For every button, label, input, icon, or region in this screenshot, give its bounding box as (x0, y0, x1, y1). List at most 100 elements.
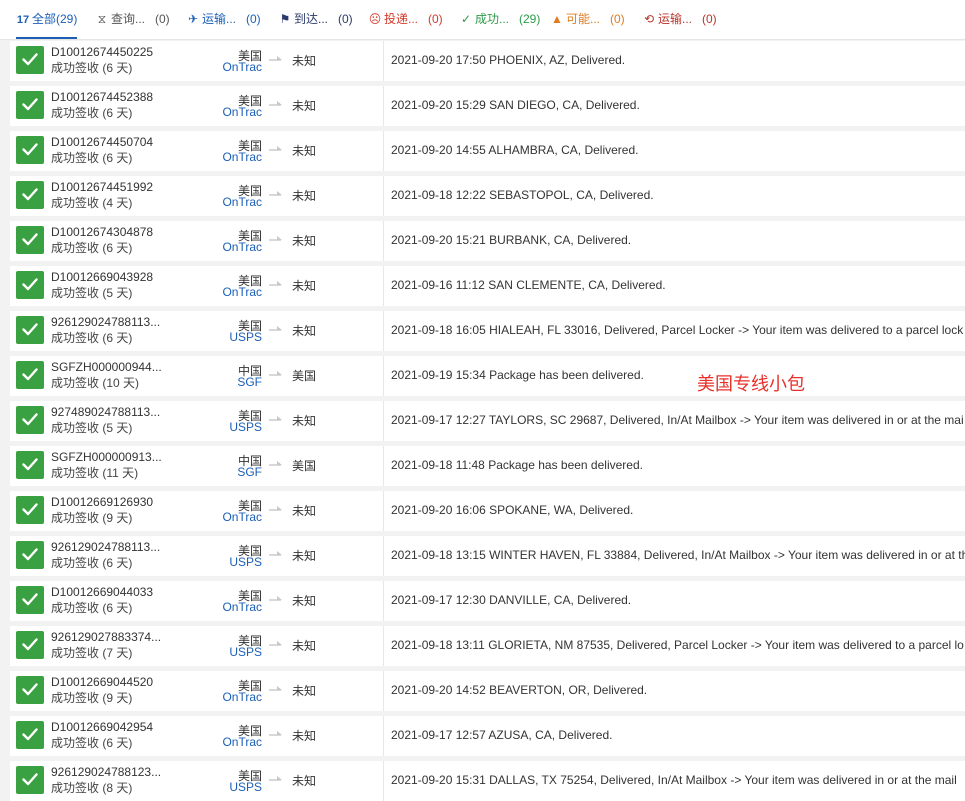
delivered-status-icon[interactable] (16, 631, 44, 659)
delivered-status-icon[interactable] (16, 136, 44, 164)
carrier-link[interactable]: OnTrac (222, 285, 262, 299)
shipment-row[interactable]: D10012669044520 成功签收 (9 天) 美国 OnTrac 未知 … (10, 671, 965, 711)
shipment-row[interactable]: 927489024788113... 成功签收 (5 天) 美国 USPS 未知… (10, 401, 965, 441)
carrier-link[interactable]: OnTrac (222, 150, 262, 164)
latest-event[interactable]: 2021-09-20 17:50 PHOENIX, AZ, Delivered. (391, 53, 965, 67)
tab-possible-exception[interactable]: ▲ 可能... (0) (550, 0, 625, 39)
tracking-number[interactable]: SGFZH000000944... (51, 360, 171, 374)
delivered-status-icon[interactable] (16, 586, 44, 614)
shipment-row[interactable]: D10012674451992 成功签收 (4 天) 美国 OnTrac 未知 … (10, 176, 965, 216)
tracking-number[interactable]: 926129027883374... (51, 630, 171, 644)
carrier-link[interactable]: OnTrac (222, 240, 262, 254)
shipment-row[interactable]: D10012669126930 成功签收 (9 天) 美国 OnTrac 未知 … (10, 491, 965, 531)
latest-event[interactable]: 2021-09-17 12:27 TAYLORS, SC 29687, Deli… (391, 413, 965, 427)
tab-in-transit[interactable]: ✈ 运输... (0) (186, 0, 261, 39)
tab-delivered[interactable]: ✓ 成功... (29) (459, 0, 540, 39)
carrier-link[interactable]: OnTrac (222, 105, 262, 119)
tracking-number[interactable]: D10012674304878 (51, 225, 171, 239)
shipment-row[interactable]: 926129024788123... 成功签收 (8 天) 美国 USPS 未知… (10, 761, 965, 801)
carrier-link[interactable]: SGF (237, 375, 262, 389)
delivered-status-icon[interactable] (16, 181, 44, 209)
shipment-row[interactable]: SGFZH000000944... 成功签收 (10 天) 中国 SGF 美国 … (10, 356, 965, 396)
delivered-status-icon[interactable] (16, 46, 44, 74)
tracking-number[interactable]: 926129024788123... (51, 765, 171, 779)
shipment-row[interactable]: D10012674452388 成功签收 (6 天) 美国 OnTrac 未知 … (10, 86, 965, 126)
delivered-status-icon[interactable] (16, 676, 44, 704)
carrier-link[interactable]: OnTrac (222, 510, 262, 524)
carrier-link[interactable]: USPS (229, 330, 262, 344)
shipment-row[interactable]: 926129024788113... 成功签收 (6 天) 美国 USPS 未知… (10, 311, 965, 351)
latest-event[interactable]: 2021-09-20 16:06 SPOKANE, WA, Delivered. (391, 503, 965, 517)
carrier-link[interactable]: OnTrac (222, 690, 262, 704)
shipment-row[interactable]: D10012674450225 成功签收 (6 天) 美国 OnTrac 未知 … (10, 41, 965, 81)
shipment-row[interactable]: D10012669042954 成功签收 (6 天) 美国 OnTrac 未知 … (10, 716, 965, 756)
latest-event[interactable]: 2021-09-18 13:15 WINTER HAVEN, FL 33884,… (391, 548, 965, 562)
latest-event[interactable]: 2021-09-20 15:31 DALLAS, TX 75254, Deliv… (391, 773, 965, 787)
delivered-status-icon[interactable] (16, 91, 44, 119)
latest-event[interactable]: 2021-09-20 15:21 BURBANK, CA, Delivered. (391, 233, 965, 247)
tab-count: (0) (246, 12, 261, 26)
delivered-status-icon[interactable] (16, 496, 44, 524)
tracking-number[interactable]: D10012674450225 (51, 45, 171, 59)
latest-event[interactable]: 2021-09-19 15:34 Package has been delive… (391, 368, 965, 382)
delivered-status-icon[interactable] (16, 721, 44, 749)
tab-querying[interactable]: ⧖ 查询... (0) (95, 0, 170, 39)
tracking-number[interactable]: D10012674450704 (51, 135, 171, 149)
tab-arrived[interactable]: ⚑ 到达... (0) (278, 0, 353, 39)
carrier-link[interactable]: OnTrac (222, 735, 262, 749)
delivered-status-icon[interactable] (16, 451, 44, 479)
shipment-row[interactable]: SGFZH000000913... 成功签收 (11 天) 中国 SGF 美国 … (10, 446, 965, 486)
tab-transit-expired[interactable]: ⟲ 运输... (0) (642, 0, 717, 39)
carrier-link[interactable]: SGF (237, 465, 262, 479)
tracking-number[interactable]: D10012669043928 (51, 270, 171, 284)
tracking-number[interactable]: D10012669044033 (51, 585, 171, 599)
tab-count: (0) (702, 12, 717, 26)
latest-event[interactable]: 2021-09-18 16:05 HIALEAH, FL 33016, Deli… (391, 323, 965, 337)
shipment-row[interactable]: D10012669044033 成功签收 (6 天) 美国 OnTrac 未知 … (10, 581, 965, 621)
tracking-number[interactable]: SGFZH000000913... (51, 450, 171, 464)
tab-label: 运输... (658, 12, 693, 26)
latest-event[interactable]: 2021-09-18 11:48 Package has been delive… (391, 458, 965, 472)
delivered-status-icon[interactable] (16, 361, 44, 389)
carrier-link[interactable]: OnTrac (222, 60, 262, 74)
shipment-row[interactable]: D10012674304878 成功签收 (6 天) 美国 OnTrac 未知 … (10, 221, 965, 261)
delivered-status-icon[interactable] (16, 226, 44, 254)
latest-event[interactable]: 2021-09-17 12:57 AZUSA, CA, Delivered. (391, 728, 965, 742)
carrier-link[interactable]: OnTrac (222, 600, 262, 614)
latest-event[interactable]: 2021-09-17 12:30 DANVILLE, CA, Delivered… (391, 593, 965, 607)
delivered-status-icon[interactable] (16, 271, 44, 299)
latest-event[interactable]: 2021-09-20 14:55 ALHAMBRA, CA, Delivered… (391, 143, 965, 157)
shipment-row[interactable]: 926129027883374... 成功签收 (7 天) 美国 USPS 未知… (10, 626, 965, 666)
shipment-row[interactable]: D10012669043928 成功签收 (5 天) 美国 OnTrac 未知 … (10, 266, 965, 306)
carrier-link[interactable]: OnTrac (222, 195, 262, 209)
tracking-number[interactable]: D10012669042954 (51, 720, 171, 734)
carrier-link[interactable]: USPS (229, 555, 262, 569)
tracking-number[interactable]: D10012669044520 (51, 675, 171, 689)
delivered-status-icon[interactable] (16, 766, 44, 794)
delivered-status-icon[interactable] (16, 406, 44, 434)
tracking-number[interactable]: D10012674451992 (51, 180, 171, 194)
destination-country: 美国 (292, 369, 317, 383)
shipment-row[interactable]: 926129024788113... 成功签收 (6 天) 美国 USPS 未知… (10, 536, 965, 576)
shipment-row[interactable]: D10012674450704 成功签收 (6 天) 美国 OnTrac 未知 … (10, 131, 965, 171)
tracking-number[interactable]: D10012669126930 (51, 495, 171, 509)
latest-event[interactable]: 2021-09-20 15:29 SAN DIEGO, CA, Delivere… (391, 98, 965, 112)
delivered-status-icon[interactable] (16, 541, 44, 569)
carrier-link[interactable]: USPS (229, 420, 262, 434)
tracking-number[interactable]: 926129024788113... (51, 540, 171, 554)
latest-event[interactable]: 2021-09-18 12:22 SEBASTOPOL, CA, Deliver… (391, 188, 965, 202)
route-arrow-icon (269, 596, 282, 601)
latest-event[interactable]: 2021-09-20 14:52 BEAVERTON, OR, Delivere… (391, 683, 965, 697)
delivery-status: 成功签收 (6 天) (51, 241, 133, 255)
delivered-status-icon[interactable] (16, 316, 44, 344)
tracking-number[interactable]: 927489024788113... (51, 405, 171, 419)
column-divider (383, 581, 384, 621)
tracking-number[interactable]: D10012674452388 (51, 90, 171, 104)
tab-delivery-failed[interactable]: ☹ 投递... (0) (368, 0, 443, 39)
route-arrow-icon (269, 551, 282, 556)
tab-all[interactable]: 17 全部(29) (16, 0, 78, 39)
latest-event[interactable]: 2021-09-18 13:11 GLORIETA, NM 87535, Del… (391, 638, 965, 652)
carrier-link[interactable]: USPS (229, 645, 262, 659)
tracking-number[interactable]: 926129024788113... (51, 315, 171, 329)
latest-event[interactable]: 2021-09-16 11:12 SAN CLEMENTE, CA, Deliv… (391, 278, 965, 292)
